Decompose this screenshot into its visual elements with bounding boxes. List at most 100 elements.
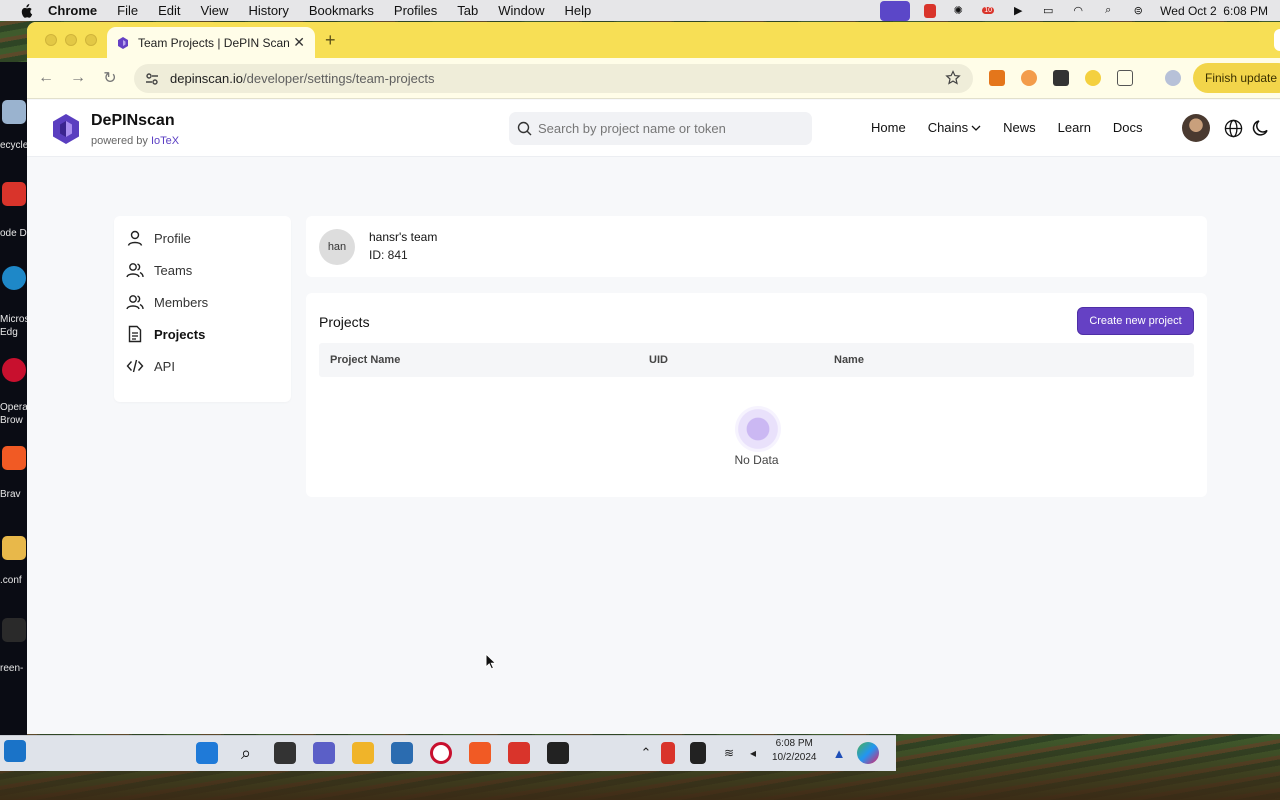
profile-avatar-icon[interactable] bbox=[1165, 70, 1181, 86]
nav-home[interactable]: Home bbox=[871, 120, 906, 135]
moon-icon[interactable] bbox=[1252, 119, 1270, 137]
terminal-icon[interactable] bbox=[547, 742, 569, 764]
minimize-window-button[interactable] bbox=[65, 34, 77, 46]
nav-chains[interactable]: Chains bbox=[928, 120, 981, 135]
menu-view[interactable]: View bbox=[200, 3, 228, 18]
extension-s-icon[interactable] bbox=[1053, 70, 1069, 86]
search-icon bbox=[517, 121, 532, 136]
database-status-icon[interactable] bbox=[924, 3, 937, 18]
team-id: ID: 841 bbox=[369, 248, 408, 262]
sidebar-item-projects[interactable]: Projects bbox=[126, 322, 205, 346]
site-info-icon[interactable] bbox=[144, 71, 160, 87]
opera-icon[interactable] bbox=[2, 358, 26, 382]
store-icon[interactable] bbox=[391, 742, 413, 764]
brave-icon[interactable] bbox=[2, 446, 26, 470]
notification-bell-icon[interactable]: ▲ bbox=[828, 742, 850, 764]
teams-icon[interactable] bbox=[313, 742, 335, 764]
menu-help[interactable]: Help bbox=[565, 3, 592, 18]
new-tab-icon[interactable]: + bbox=[325, 30, 336, 51]
menu-tab[interactable]: Tab bbox=[457, 3, 478, 18]
depinscan-favicon-icon bbox=[118, 36, 128, 49]
create-new-project-button[interactable]: Create new project bbox=[1077, 307, 1194, 335]
metamask-extension-icon[interactable] bbox=[989, 70, 1005, 86]
menu-edit[interactable]: Edit bbox=[158, 3, 180, 18]
chevron-down-icon bbox=[971, 125, 981, 131]
extensions-puzzle-icon[interactable] bbox=[1117, 70, 1133, 86]
file-icon[interactable] bbox=[2, 618, 26, 642]
menu-profiles[interactable]: Profiles bbox=[394, 3, 437, 18]
tab-close-icon[interactable]: ✕ bbox=[293, 34, 305, 51]
wifi-icon[interactable]: ≋ bbox=[718, 742, 740, 764]
spotlight-search-icon[interactable]: ⌕ bbox=[1100, 4, 1116, 18]
user-avatar[interactable] bbox=[1182, 114, 1210, 142]
extension-hand-icon[interactable] bbox=[1085, 70, 1101, 86]
opera-taskbar-icon[interactable] bbox=[430, 742, 452, 764]
finish-update-button[interactable]: Finish update bbox=[1193, 63, 1280, 93]
team-name: hansr's team bbox=[369, 230, 438, 244]
code-icon bbox=[126, 359, 144, 373]
sidebar-item-teams[interactable]: Teams bbox=[126, 258, 192, 282]
tabstrip-edge bbox=[1274, 29, 1280, 51]
search-icon[interactable]: ⌕ bbox=[235, 742, 257, 764]
sidebar-item-api[interactable]: API bbox=[126, 354, 175, 378]
windows-start-icon[interactable] bbox=[4, 740, 26, 762]
bookmark-star-icon[interactable] bbox=[945, 70, 961, 86]
column-header-project-name[interactable]: Project Name bbox=[330, 354, 400, 366]
brand-name[interactable]: DePINscan bbox=[91, 112, 175, 130]
database-app-icon[interactable] bbox=[2, 182, 26, 206]
back-icon[interactable]: ← bbox=[36, 68, 56, 88]
globe-icon[interactable] bbox=[1224, 119, 1243, 138]
sun-icon[interactable]: ✺ bbox=[950, 4, 966, 18]
file-explorer-icon[interactable] bbox=[352, 742, 374, 764]
play-icon[interactable]: ▶ bbox=[1010, 4, 1026, 18]
url-path: /developer/settings/team-projects bbox=[243, 71, 435, 86]
tray-v-icon[interactable] bbox=[690, 742, 706, 764]
nav-news[interactable]: News bbox=[1003, 120, 1036, 135]
close-window-button[interactable] bbox=[45, 34, 57, 46]
taskbar-clock[interactable]: 6:08 PM 10/2/2024 bbox=[772, 737, 817, 765]
notification-badge-count: 10 bbox=[982, 7, 995, 14]
brave-taskbar-icon[interactable] bbox=[469, 742, 491, 764]
notification-badge-icon[interactable]: 10 bbox=[980, 4, 996, 18]
task-view-icon[interactable] bbox=[274, 742, 296, 764]
edge-icon[interactable] bbox=[2, 266, 26, 290]
address-bar[interactable]: depinscan.io/developer/settings/team-pro… bbox=[134, 64, 973, 93]
main-nav: Home Chains News Learn Docs bbox=[871, 120, 1165, 135]
start-menu-icon[interactable] bbox=[196, 742, 218, 764]
depinscan-logo-icon[interactable] bbox=[53, 114, 79, 144]
copilot-icon[interactable] bbox=[857, 742, 879, 764]
menu-bookmarks[interactable]: Bookmarks bbox=[309, 3, 374, 18]
control-center-icon[interactable]: ⊜ bbox=[1130, 4, 1146, 18]
wifi-icon[interactable]: ◠ bbox=[1070, 4, 1086, 18]
recycle-bin-icon[interactable] bbox=[2, 100, 26, 124]
menu-app-name[interactable]: Chrome bbox=[48, 3, 97, 18]
menubar-clock[interactable]: Wed Oct 2 6:08 PM bbox=[1160, 4, 1268, 18]
zoom-window-button[interactable] bbox=[85, 34, 97, 46]
column-header-uid[interactable]: UID bbox=[649, 354, 668, 366]
tab-team-projects[interactable]: Team Projects | DePIN Scan ✕ bbox=[107, 27, 315, 58]
extension-p-icon[interactable] bbox=[1021, 70, 1037, 86]
folder-icon[interactable] bbox=[2, 536, 26, 560]
sidebar-item-profile[interactable]: Profile bbox=[126, 226, 191, 250]
tray-db-icon[interactable] bbox=[661, 742, 675, 764]
forward-icon[interactable]: → bbox=[68, 68, 88, 88]
nav-learn[interactable]: Learn bbox=[1058, 120, 1091, 135]
screen-share-icon[interactable] bbox=[880, 0, 911, 21]
chrome-window: Team Projects | DePIN Scan ✕ + ← → ↻ dep… bbox=[27, 22, 1280, 734]
apple-icon[interactable] bbox=[18, 3, 34, 18]
volume-icon[interactable]: ◂ bbox=[742, 742, 764, 764]
nav-docs[interactable]: Docs bbox=[1113, 120, 1143, 135]
sidebar-item-members[interactable]: Members bbox=[126, 290, 208, 314]
battery-icon[interactable]: ▭ bbox=[1040, 4, 1056, 18]
menu-history[interactable]: History bbox=[248, 3, 288, 18]
taskbar-time: 6:08 PM bbox=[775, 738, 813, 749]
menu-window[interactable]: Window bbox=[498, 3, 544, 18]
reload-icon[interactable]: ↻ bbox=[100, 68, 120, 88]
column-header-name[interactable]: Name bbox=[834, 354, 864, 366]
menu-file[interactable]: File bbox=[117, 3, 138, 18]
desktop-label: Brow bbox=[0, 415, 23, 426]
chevron-up-icon[interactable]: ⌃ bbox=[635, 742, 657, 764]
database-taskbar-icon[interactable] bbox=[508, 742, 530, 764]
search-input[interactable]: Search by project name or token bbox=[509, 112, 812, 145]
iotex-link[interactable]: IoTeX bbox=[151, 135, 179, 147]
